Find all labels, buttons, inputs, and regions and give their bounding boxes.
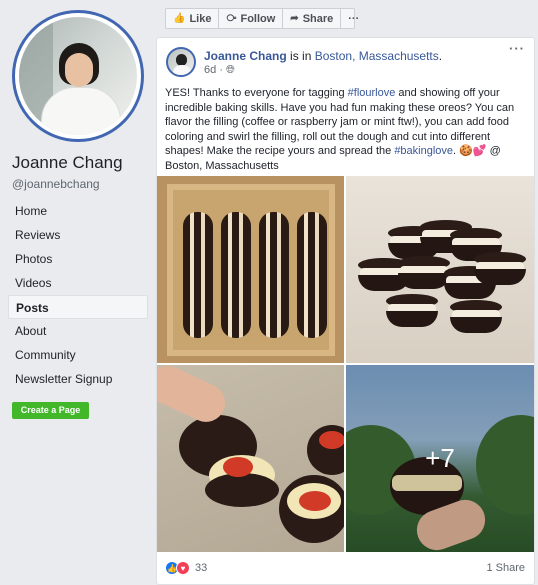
dot-separator: · — [219, 64, 223, 76]
nav-item-posts[interactable]: Posts — [8, 295, 148, 319]
share-count[interactable]: 1 Share — [486, 562, 525, 574]
share-arrow-icon: ➦ — [290, 13, 299, 24]
nav-item-reviews[interactable]: Reviews — [8, 223, 148, 247]
follow-label: Follow — [240, 12, 276, 25]
globe-icon: 🌐︎ — [226, 64, 235, 76]
post-timestamp[interactable]: 6d — [204, 64, 216, 76]
rss-icon: ⧂ — [226, 13, 237, 24]
page-sidebar: Joanne Chang @joannebchang Home Reviews … — [0, 0, 157, 585]
profile-photo — [19, 17, 137, 135]
share-label: Share — [302, 12, 334, 25]
page-nav: Home Reviews Photos Videos Posts About C… — [8, 199, 148, 391]
create-page-button[interactable]: Create a Page — [12, 402, 89, 419]
post-author-name[interactable]: Joanne Chang — [204, 49, 287, 63]
post-photo-3[interactable] — [157, 365, 344, 552]
love-reaction-icon[interactable]: ♥ — [176, 561, 190, 575]
share-page-button[interactable]: ➦ Share — [283, 9, 342, 28]
post-options-button[interactable]: ··· — [509, 41, 525, 56]
post-photo-grid: +7 — [157, 176, 534, 552]
like-label: Like — [189, 12, 212, 25]
post-engagement-bar: 👍 ♥ 33 1 Share — [165, 559, 525, 577]
reaction-count[interactable]: 33 — [195, 562, 207, 574]
page-actions-bar: 👍 Like ⧂ Follow ➦ Share ··· — [165, 8, 359, 29]
hashtag-flourlove[interactable]: #flourlove — [348, 87, 396, 99]
post-photo-1[interactable] — [157, 176, 344, 363]
post-location-link[interactable]: Boston, Massachusetts — [315, 49, 439, 63]
post-meta: 6d · 🌐︎ — [204, 64, 235, 77]
post-photo-2[interactable] — [346, 176, 534, 363]
like-page-button[interactable]: 👍 Like — [166, 9, 220, 28]
post-card: Joanne Chang is in Boston, Massachusetts… — [156, 37, 535, 585]
nav-item-community[interactable]: Community — [8, 343, 148, 367]
location-suffix: . — [438, 49, 443, 63]
nav-item-about[interactable]: About — [8, 319, 148, 343]
more-photos-overlay[interactable]: +7 — [346, 365, 534, 552]
nav-item-videos[interactable]: Videos — [8, 271, 148, 295]
more-actions-button[interactable]: ··· — [341, 9, 366, 28]
post-author-avatar[interactable] — [166, 47, 196, 77]
post-text: YES! Thanks to everyone for tagging #flo… — [165, 86, 527, 173]
page-handle[interactable]: @joannebchang — [12, 177, 100, 191]
post-text-part: YES! Thanks to everyone for tagging — [165, 87, 348, 99]
page-name[interactable]: Joanne Chang — [12, 153, 123, 173]
nav-item-newsletter-signup[interactable]: Newsletter Signup — [8, 367, 148, 391]
profile-picture[interactable] — [12, 10, 144, 142]
post-author-line: Joanne Chang is in Boston, Massachusetts… — [204, 49, 442, 63]
nav-item-photos[interactable]: Photos — [8, 247, 148, 271]
nav-item-home[interactable]: Home — [8, 199, 148, 223]
post-photo-4[interactable]: +7 — [346, 365, 534, 552]
thumbs-up-icon: 👍 — [173, 13, 186, 24]
is-in-text: is in — [286, 49, 315, 63]
follow-button[interactable]: ⧂ Follow — [219, 9, 284, 28]
hashtag-bakinglove[interactable]: #bakinglove — [394, 145, 453, 157]
